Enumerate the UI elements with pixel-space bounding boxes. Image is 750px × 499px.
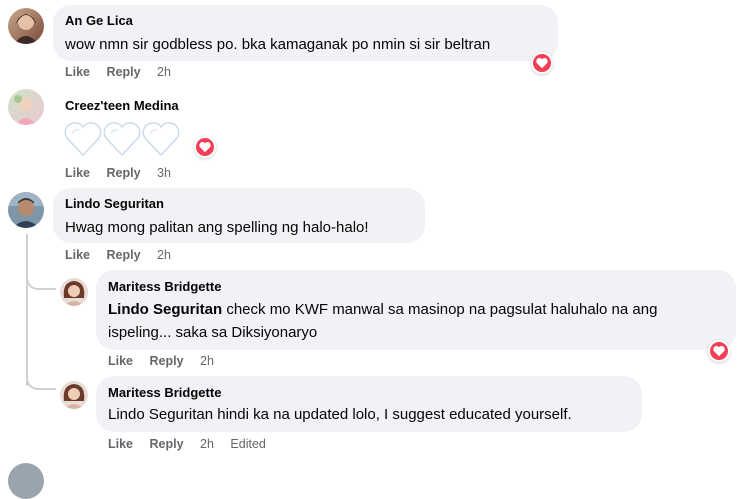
timestamp[interactable]: 2h <box>157 65 171 79</box>
avatar-maritess-bridgette[interactable] <box>60 278 88 306</box>
white-heart-emoji <box>142 122 180 157</box>
mention-link[interactable]: Lindo Seguritan <box>108 301 222 318</box>
white-heart-emoji <box>64 122 102 157</box>
reply-button[interactable]: Reply <box>107 248 141 262</box>
like-button[interactable]: Like <box>65 248 90 262</box>
comment-author[interactable]: Creez'teen Medina <box>65 98 179 113</box>
reply-text-line-2: ispeling... saka sa Diksiyonaryo <box>108 324 318 341</box>
love-reaction-icon[interactable] <box>531 52 553 74</box>
avatar-image <box>63 281 85 306</box>
like-button[interactable]: Like <box>65 166 90 180</box>
avatar-creezteen-medina[interactable] <box>8 89 44 125</box>
avatar-image <box>14 95 36 125</box>
reply-button[interactable]: Reply <box>107 65 141 79</box>
reply-text: check mo KWF manwal sa masinop na pagsul… <box>222 301 658 318</box>
reply-text: Lindo Seguritan hindi ka na updated lolo… <box>108 406 572 423</box>
reply-connector <box>26 270 56 290</box>
edited-label[interactable]: Edited <box>230 437 265 451</box>
like-button[interactable]: Like <box>65 65 90 79</box>
comment-author[interactable]: Lindo Seguritan <box>65 196 164 211</box>
like-button[interactable]: Like <box>108 354 133 368</box>
avatar-maritess-bridgette[interactable] <box>60 381 88 409</box>
emoji-comment <box>64 120 184 158</box>
comment-text: Hwag mong palitan ang spelling ng halo-h… <box>65 219 369 236</box>
avatar-image <box>8 192 44 228</box>
timestamp[interactable]: 2h <box>200 437 214 451</box>
timestamp[interactable]: 3h <box>157 166 171 180</box>
avatar-image <box>63 384 85 409</box>
reply-button[interactable]: Reply <box>150 437 184 451</box>
reply-text-line-1: Lindo Seguritan check mo KWF manwal sa m… <box>108 301 657 318</box>
comment-actions: Like Reply 2h <box>65 248 184 262</box>
reply-button[interactable]: Reply <box>150 354 184 368</box>
love-reaction-icon[interactable] <box>708 340 730 362</box>
comment-actions: Like Reply 2h <box>65 65 184 79</box>
comment-actions: Like Reply 3h <box>65 166 184 180</box>
avatar-an-ge-lica[interactable] <box>8 8 44 44</box>
reply-button[interactable]: Reply <box>107 166 141 180</box>
love-reaction-icon[interactable] <box>194 136 216 158</box>
white-heart-emoji <box>103 122 141 157</box>
timestamp[interactable]: 2h <box>200 354 214 368</box>
like-button[interactable]: Like <box>108 437 133 451</box>
avatar-next-comment[interactable] <box>8 463 44 499</box>
timestamp[interactable]: 2h <box>157 248 171 262</box>
reply-author[interactable]: Maritess Bridgette <box>108 279 221 294</box>
reply-actions: Like Reply 2h <box>108 354 227 368</box>
comment-author[interactable]: An Ge Lica <box>65 13 133 28</box>
reply-thread-line <box>26 234 28 386</box>
avatar-lindo-seguritan[interactable] <box>8 192 44 228</box>
reply-connector <box>26 372 56 390</box>
avatar-image <box>14 14 38 44</box>
reply-actions: Like Reply 2h Edited <box>108 437 279 451</box>
reply-author[interactable]: Maritess Bridgette <box>108 385 221 400</box>
comment-text: wow nmn sir godbless po. bka kamaganak p… <box>65 36 491 53</box>
